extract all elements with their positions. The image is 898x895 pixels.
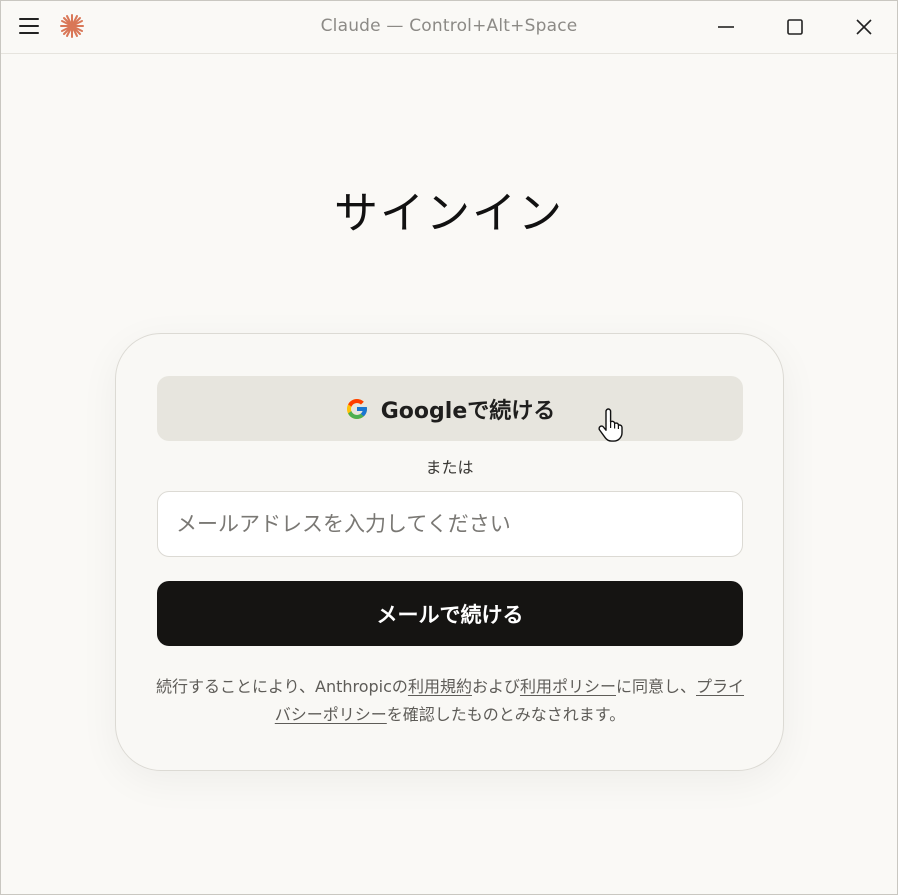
terms-suffix-text: を確認したものとみなされます。 (386, 705, 626, 724)
google-g-icon (346, 398, 367, 419)
terms-notice: 続行することにより、Anthropicの利用規約および利用ポリシーに同意し、プラ… (154, 673, 746, 729)
continue-with-google-button[interactable]: Googleで続ける (157, 376, 743, 441)
close-icon (856, 19, 872, 35)
terms-prefix-text: 続行することにより、Anthropicの (155, 677, 408, 696)
email-input[interactable] (157, 491, 743, 557)
close-button[interactable] (841, 9, 887, 45)
app-window: Claude — Control+Alt+Space サインイン Googleで… (0, 0, 898, 895)
email-button-label: メールで続ける (376, 602, 524, 627)
hand-pointer-cursor-icon (598, 408, 623, 442)
sign-in-card: Googleで続ける または メールで続ける 続行することにより、Anthrop… (115, 333, 784, 771)
terms-of-service-link[interactable]: 利用規約 (408, 677, 472, 696)
maximize-icon (787, 19, 803, 35)
terms-and-text: および (471, 677, 520, 696)
page-title: サインイン (334, 188, 564, 239)
google-button-label: Googleで続ける (380, 398, 556, 424)
maximize-button[interactable] (772, 9, 818, 45)
continue-with-email-button[interactable]: メールで続ける (157, 581, 743, 646)
title-bar: Claude — Control+Alt+Space (1, 1, 897, 54)
or-divider-text: または (425, 458, 474, 477)
window-title: Claude — Control+Alt+Space (320, 16, 578, 36)
minimize-icon (718, 26, 734, 28)
usage-policy-link[interactable]: 利用ポリシー (520, 677, 616, 696)
minimize-button[interactable] (703, 9, 749, 45)
terms-agree-text: に同意し、 (615, 677, 696, 696)
